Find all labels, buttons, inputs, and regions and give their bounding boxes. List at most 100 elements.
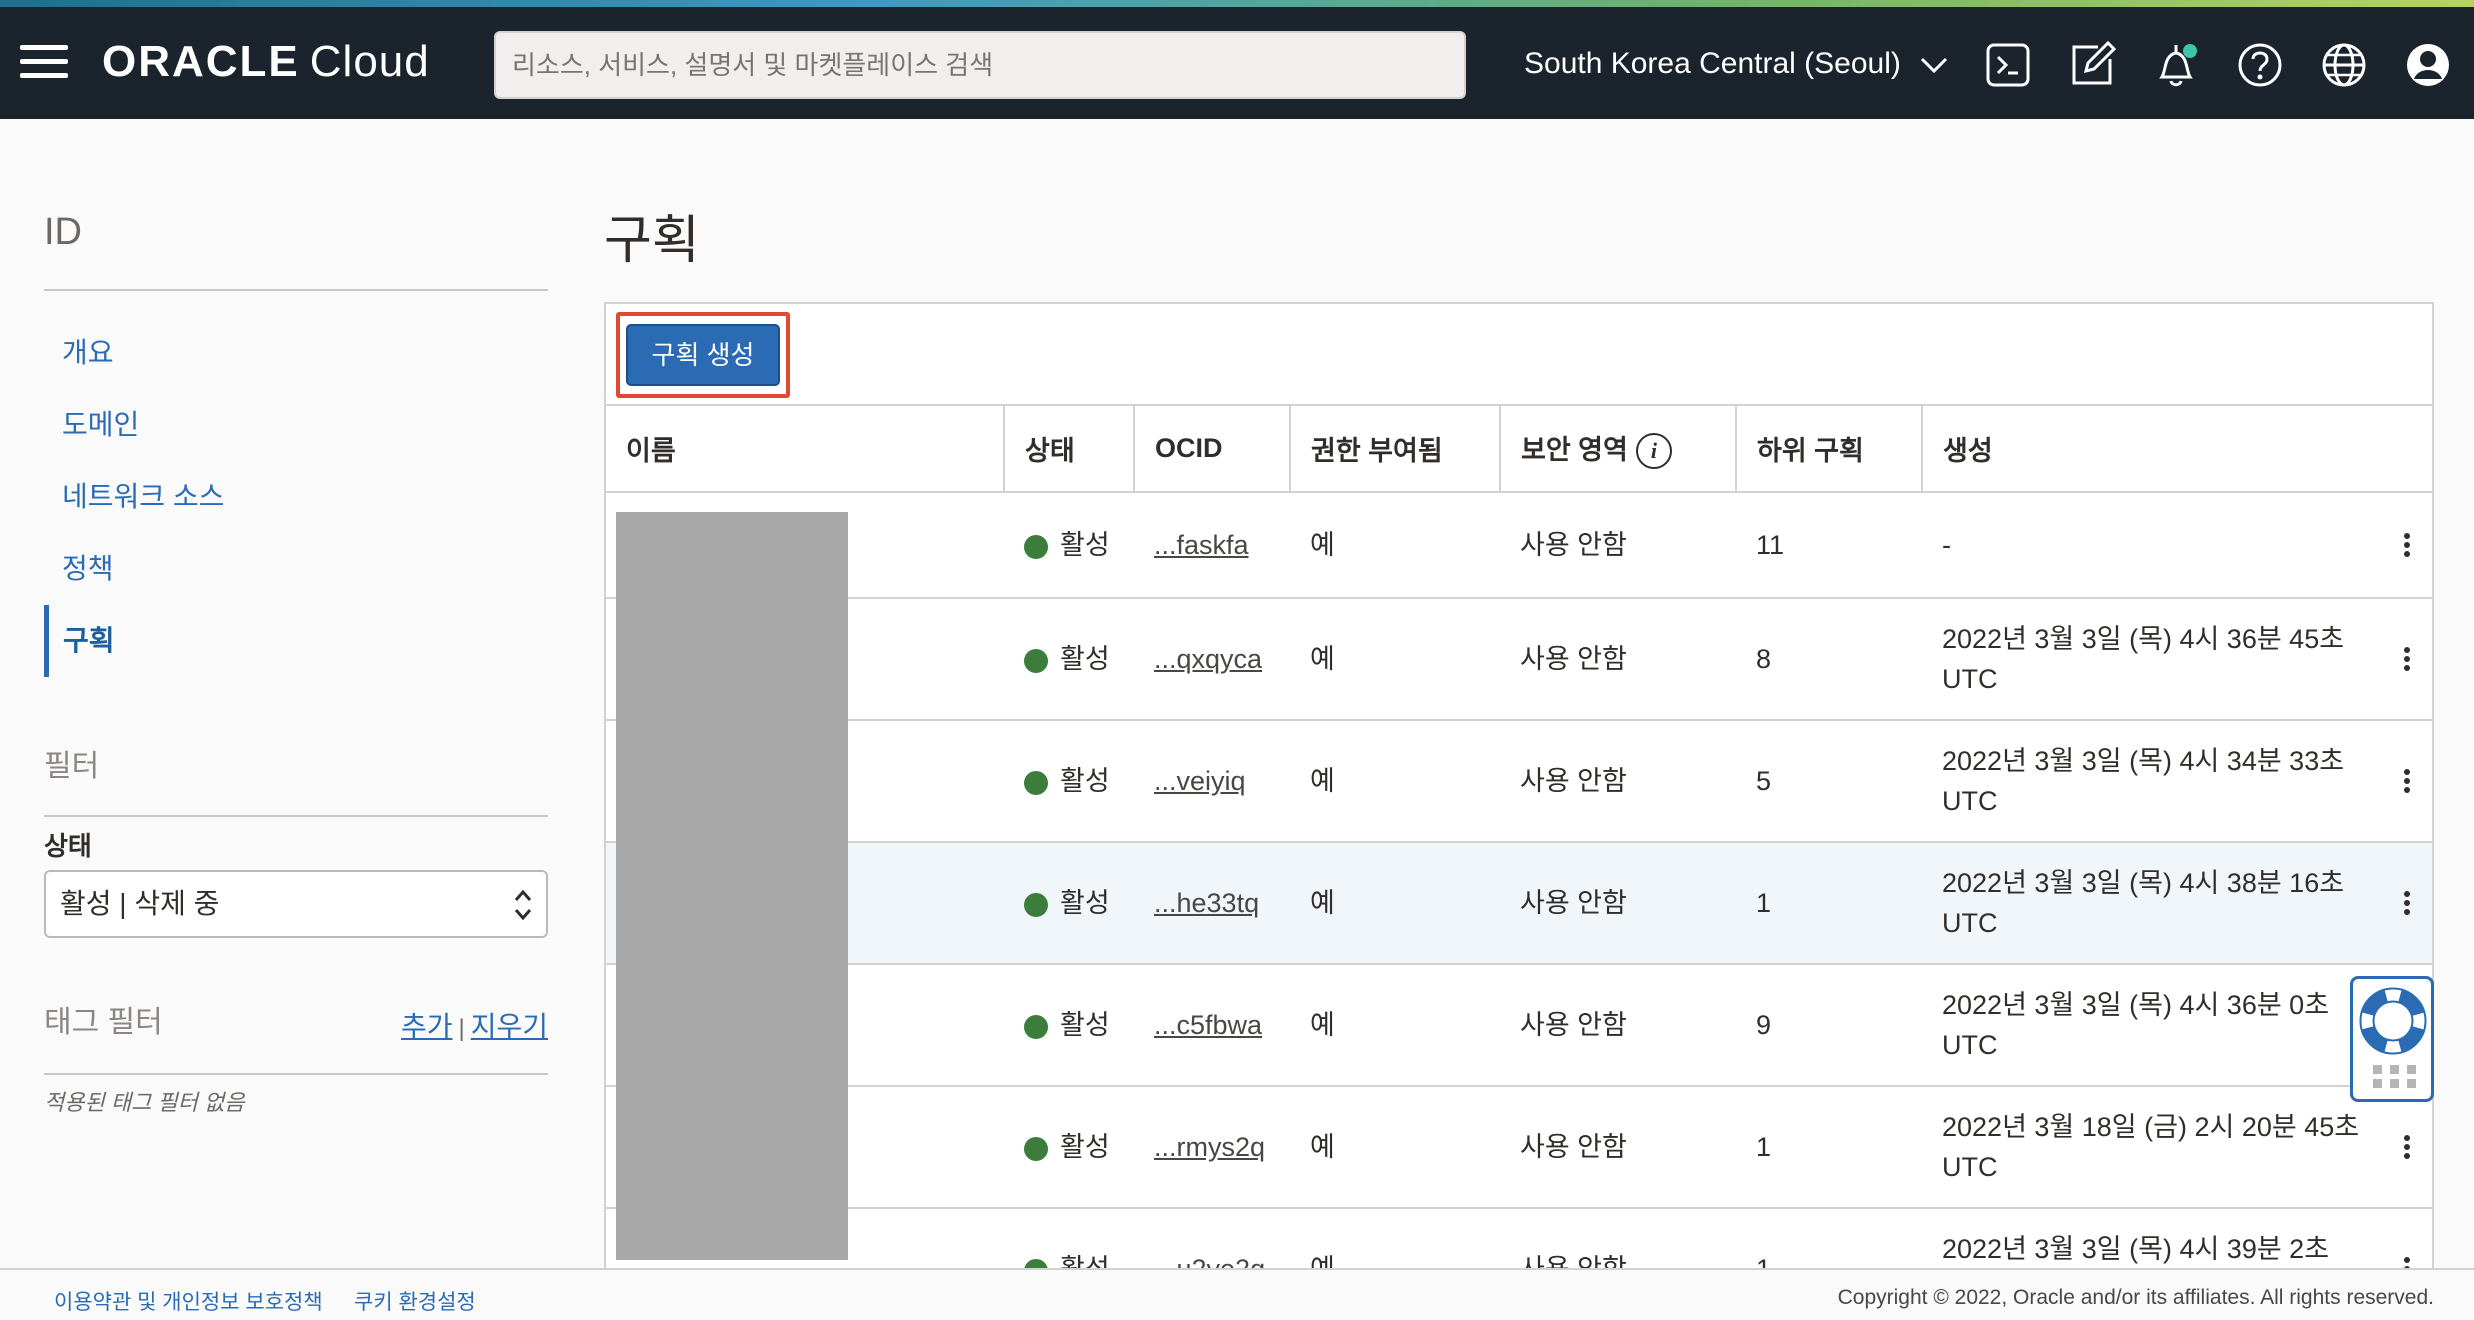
cell-status: 활성: [1004, 964, 1134, 1087]
cell-ocid: ...veiyiq: [1134, 720, 1290, 843]
cell-authorized: 예: [1290, 598, 1500, 721]
ocid-link[interactable]: ...qxqyca: [1154, 644, 1262, 674]
table-row: 활성 ...qxqyca 예 사용 안함 8 2022년 3월 3일 (목) 4…: [606, 598, 2432, 721]
table-row: 활성 ...he33tq 예 사용 안함 1 2022년 3월 3일 (목) 4…: [606, 842, 2432, 965]
divider: [44, 815, 548, 817]
status-active-dot: [1024, 1136, 1048, 1161]
column-header-ocid[interactable]: OCID: [1134, 406, 1291, 493]
row-actions-kebab-icon[interactable]: [2362, 842, 2432, 965]
table-row: 활성 ...rmys2q 예 사용 안함 1 2022년 3월 18일 (금) …: [606, 1086, 2432, 1209]
terms-privacy-link[interactable]: 이용약관 및 개인정보 보호정책: [54, 1286, 323, 1316]
cell-child-count: 11: [1736, 492, 1922, 599]
help-icon[interactable]: [2236, 41, 2284, 89]
sidebar-item-compartments[interactable]: 구획: [44, 605, 548, 677]
help-widget[interactable]: [2350, 976, 2434, 1102]
tag-filter-links: 추가 | 지우기: [401, 1005, 548, 1045]
ocid-link[interactable]: ...c5fbwa: [1154, 1010, 1262, 1040]
status-active-dot: [1024, 1014, 1048, 1039]
column-header-child-compartments[interactable]: 하위 구획: [1736, 406, 1923, 493]
region-label: South Korea Central (Seoul): [1524, 47, 1901, 80]
cell-created: 2022년 3월 3일 (목) 4시 36분 45초 UTC: [1922, 598, 2362, 721]
column-header-authorized[interactable]: 권한 부여됨: [1290, 406, 1501, 493]
status-active-dot: [1024, 892, 1048, 917]
table-toolbar: 구획 생성: [606, 304, 2432, 406]
status-active-dot: [1024, 770, 1048, 795]
sidebar-item-policies[interactable]: 정책: [44, 533, 548, 605]
no-tag-filters-text: 적용된 태그 필터 없음: [44, 1090, 245, 1115]
divider: [44, 1073, 548, 1075]
info-icon[interactable]: i: [1635, 433, 1672, 470]
search-input[interactable]: [494, 31, 1466, 99]
filter-heading: 필터: [44, 750, 100, 783]
sidebar-title: ID: [44, 211, 82, 253]
ocid-link[interactable]: ...he33tq: [1154, 888, 1259, 918]
logo-brand: ORACLE: [102, 37, 300, 86]
tag-add-link[interactable]: 추가: [401, 1011, 453, 1042]
cell-authorized: 예: [1290, 1086, 1500, 1209]
state-filter-select[interactable]: 활성 | 삭제 중: [44, 870, 548, 938]
lifebuoy-icon: [2359, 987, 2427, 1055]
top-navigation-bar: ORACLECloud South Korea Central (Seoul): [0, 7, 2474, 119]
sidebar-item-network-sources[interactable]: 네트워크 소스: [44, 461, 548, 533]
status-active-dot: [1024, 648, 1048, 673]
cell-ocid: ...c5fbwa: [1134, 964, 1290, 1087]
cell-ocid: ...he33tq: [1134, 842, 1290, 965]
cell-created: -: [1922, 492, 2362, 599]
row-actions-kebab-icon[interactable]: [2362, 598, 2432, 721]
ocid-link[interactable]: ...rmys2q: [1154, 1132, 1265, 1162]
security-zone-header-label: 보안 영역: [1521, 434, 1628, 465]
ocid-link[interactable]: ...veiyiq: [1154, 766, 1246, 796]
edit-icon[interactable]: [2068, 41, 2116, 89]
cell-child-count: 1: [1736, 1086, 1922, 1209]
select-arrows-icon: [514, 889, 532, 921]
cell-status: 활성: [1004, 842, 1134, 965]
cell-child-count: 1: [1736, 842, 1922, 965]
cell-child-count: 8: [1736, 598, 1922, 721]
menu-icon[interactable]: [20, 45, 68, 79]
compartments-table-panel: 구획 생성 이름 상태 OCID 권한 부여됨 보안 영역 i 하위 구획 생성 …: [604, 302, 2434, 1320]
tag-clear-link[interactable]: 지우기: [471, 1011, 548, 1042]
tag-links-separator: |: [458, 1015, 465, 1042]
cell-child-count: 9: [1736, 964, 1922, 1087]
cookie-preferences-link[interactable]: 쿠키 환경설정: [354, 1286, 476, 1316]
cell-ocid: ...rmys2q: [1134, 1086, 1290, 1209]
row-actions-kebab-icon[interactable]: [2362, 492, 2432, 599]
cell-authorized: 예: [1290, 964, 1500, 1087]
column-header-name[interactable]: 이름: [606, 406, 1005, 493]
profile-icon[interactable]: [2404, 41, 2452, 89]
oracle-cloud-logo[interactable]: ORACLE Cloud: [102, 37, 430, 87]
cell-security-zone: 사용 안함: [1500, 492, 1736, 599]
column-header-security-zone[interactable]: 보안 영역 i: [1500, 406, 1737, 493]
region-selector[interactable]: South Korea Central (Seoul): [1524, 47, 1949, 81]
cell-created: 2022년 3월 3일 (목) 4시 38분 16초 UTC: [1922, 842, 2362, 965]
table-header-row: 이름 상태 OCID 권한 부여됨 보안 영역 i 하위 구획 생성: [606, 406, 2432, 493]
cloud-shell-icon[interactable]: [1984, 41, 2032, 89]
globe-icon[interactable]: [2320, 41, 2368, 89]
column-header-created[interactable]: 생성: [1922, 406, 2432, 493]
cell-authorized: 예: [1290, 492, 1500, 599]
divider: [44, 289, 548, 291]
table-row: 활성 ...c5fbwa 예 사용 안함 9 2022년 3월 3일 (목) 4…: [606, 964, 2432, 1087]
cell-security-zone: 사용 안함: [1500, 598, 1736, 721]
cell-status: 활성: [1004, 598, 1134, 721]
cell-security-zone: 사용 안함: [1500, 720, 1736, 843]
create-compartment-button[interactable]: 구획 생성: [626, 324, 780, 386]
cell-created: 2022년 3월 3일 (목) 4시 34분 33초 UTC: [1922, 720, 2362, 843]
cell-authorized: 예: [1290, 842, 1500, 965]
ocid-link[interactable]: ...faskfa: [1154, 530, 1249, 560]
copyright-text: Copyright © 2022, Oracle and/or its affi…: [1837, 1286, 2434, 1309]
cell-status: 활성: [1004, 492, 1134, 599]
cell-authorized: 예: [1290, 720, 1500, 843]
state-filter-value: 활성 | 삭제 중: [60, 888, 220, 919]
table-row: 활성 ...veiyiq 예 사용 안함 5 2022년 3월 3일 (목) 4…: [606, 720, 2432, 843]
bell-icon[interactable]: [2152, 41, 2200, 89]
cell-ocid: ...faskfa: [1134, 492, 1290, 599]
row-actions-kebab-icon[interactable]: [2362, 1086, 2432, 1209]
row-actions-kebab-icon[interactable]: [2362, 720, 2432, 843]
cell-status: 활성: [1004, 720, 1134, 843]
page-footer: 이용약관 및 개인정보 보호정책 쿠키 환경설정 Copyright © 202…: [0, 1268, 2474, 1320]
sidebar-item-domains[interactable]: 도메인: [44, 389, 548, 461]
sidebar-item-overview[interactable]: 개요: [44, 317, 548, 389]
column-header-status[interactable]: 상태: [1004, 406, 1135, 493]
table-row: 활성 ...faskfa 예 사용 안함 11 -: [606, 492, 2432, 599]
